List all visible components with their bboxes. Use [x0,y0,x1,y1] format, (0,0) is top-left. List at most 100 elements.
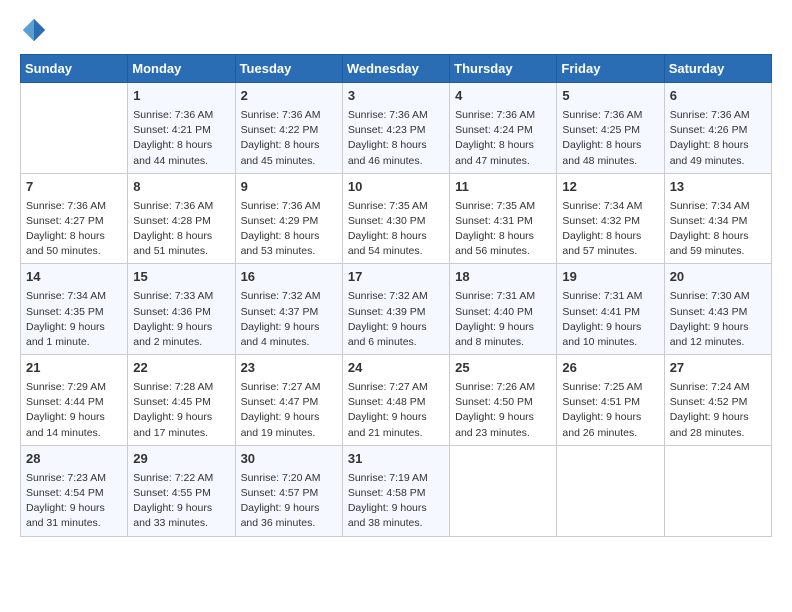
daylight-text: Daylight: 8 hours and 44 minutes. [133,139,212,166]
sunrise-text: Sunrise: 7:34 AM [562,200,642,212]
sunset-text: Sunset: 4:25 PM [562,124,640,136]
calendar-cell: 30Sunrise: 7:20 AMSunset: 4:57 PMDayligh… [235,445,342,536]
calendar-week-row: 21Sunrise: 7:29 AMSunset: 4:44 PMDayligh… [21,355,772,446]
calendar-cell: 18Sunrise: 7:31 AMSunset: 4:40 PMDayligh… [450,264,557,355]
daylight-text: Daylight: 9 hours and 14 minutes. [26,411,105,438]
day-number: 18 [455,268,551,287]
day-number: 20 [670,268,766,287]
day-number: 25 [455,359,551,378]
day-number: 17 [348,268,444,287]
cell-content: 30Sunrise: 7:20 AMSunset: 4:57 PMDayligh… [241,450,337,532]
sunset-text: Sunset: 4:31 PM [455,215,533,227]
cell-content: 22Sunrise: 7:28 AMSunset: 4:45 PMDayligh… [133,359,229,441]
cell-content: 1Sunrise: 7:36 AMSunset: 4:21 PMDaylight… [133,87,229,169]
cell-content: 27Sunrise: 7:24 AMSunset: 4:52 PMDayligh… [670,359,766,441]
day-number: 13 [670,178,766,197]
weekday-header-cell: Sunday [21,55,128,83]
day-number: 9 [241,178,337,197]
sunset-text: Sunset: 4:58 PM [348,487,426,499]
daylight-text: Daylight: 9 hours and 33 minutes. [133,502,212,529]
sunrise-text: Sunrise: 7:36 AM [241,109,321,121]
day-number: 8 [133,178,229,197]
sunrise-text: Sunrise: 7:27 AM [348,381,428,393]
daylight-text: Daylight: 9 hours and 38 minutes. [348,502,427,529]
calendar-cell: 17Sunrise: 7:32 AMSunset: 4:39 PMDayligh… [342,264,449,355]
sunrise-text: Sunrise: 7:22 AM [133,472,213,484]
daylight-text: Daylight: 9 hours and 10 minutes. [562,321,641,348]
day-number: 22 [133,359,229,378]
calendar-cell [557,445,664,536]
sunset-text: Sunset: 4:34 PM [670,215,748,227]
cell-content: 18Sunrise: 7:31 AMSunset: 4:40 PMDayligh… [455,268,551,350]
daylight-text: Daylight: 8 hours and 51 minutes. [133,230,212,257]
daylight-text: Daylight: 9 hours and 2 minutes. [133,321,212,348]
sunrise-text: Sunrise: 7:25 AM [562,381,642,393]
sunset-text: Sunset: 4:21 PM [133,124,211,136]
sunset-text: Sunset: 4:28 PM [133,215,211,227]
cell-content: 13Sunrise: 7:34 AMSunset: 4:34 PMDayligh… [670,178,766,260]
sunrise-text: Sunrise: 7:36 AM [133,109,213,121]
weekday-header-cell: Saturday [664,55,771,83]
calendar-body: 1Sunrise: 7:36 AMSunset: 4:21 PMDaylight… [21,83,772,537]
day-number: 29 [133,450,229,469]
sunset-text: Sunset: 4:32 PM [562,215,640,227]
day-number: 30 [241,450,337,469]
cell-content: 31Sunrise: 7:19 AMSunset: 4:58 PMDayligh… [348,450,444,532]
daylight-text: Daylight: 8 hours and 49 minutes. [670,139,749,166]
calendar-cell: 20Sunrise: 7:30 AMSunset: 4:43 PMDayligh… [664,264,771,355]
calendar-cell: 11Sunrise: 7:35 AMSunset: 4:31 PMDayligh… [450,173,557,264]
cell-content: 3Sunrise: 7:36 AMSunset: 4:23 PMDaylight… [348,87,444,169]
daylight-text: Daylight: 8 hours and 46 minutes. [348,139,427,166]
sunset-text: Sunset: 4:37 PM [241,306,319,318]
sunrise-text: Sunrise: 7:36 AM [562,109,642,121]
calendar-cell: 19Sunrise: 7:31 AMSunset: 4:41 PMDayligh… [557,264,664,355]
sunrise-text: Sunrise: 7:36 AM [670,109,750,121]
daylight-text: Daylight: 9 hours and 36 minutes. [241,502,320,529]
sunrise-text: Sunrise: 7:35 AM [348,200,428,212]
daylight-text: Daylight: 8 hours and 47 minutes. [455,139,534,166]
cell-content: 20Sunrise: 7:30 AMSunset: 4:43 PMDayligh… [670,268,766,350]
calendar-cell: 14Sunrise: 7:34 AMSunset: 4:35 PMDayligh… [21,264,128,355]
sunrise-text: Sunrise: 7:36 AM [348,109,428,121]
daylight-text: Daylight: 8 hours and 56 minutes. [455,230,534,257]
sunrise-text: Sunrise: 7:28 AM [133,381,213,393]
cell-content: 19Sunrise: 7:31 AMSunset: 4:41 PMDayligh… [562,268,658,350]
daylight-text: Daylight: 8 hours and 53 minutes. [241,230,320,257]
sunrise-text: Sunrise: 7:36 AM [455,109,535,121]
weekday-header-cell: Tuesday [235,55,342,83]
day-number: 11 [455,178,551,197]
daylight-text: Daylight: 9 hours and 8 minutes. [455,321,534,348]
sunrise-text: Sunrise: 7:29 AM [26,381,106,393]
cell-content: 2Sunrise: 7:36 AMSunset: 4:22 PMDaylight… [241,87,337,169]
day-number: 19 [562,268,658,287]
cell-content: 21Sunrise: 7:29 AMSunset: 4:44 PMDayligh… [26,359,122,441]
sunrise-text: Sunrise: 7:26 AM [455,381,535,393]
daylight-text: Daylight: 9 hours and 1 minute. [26,321,105,348]
calendar-cell: 24Sunrise: 7:27 AMSunset: 4:48 PMDayligh… [342,355,449,446]
cell-content: 9Sunrise: 7:36 AMSunset: 4:29 PMDaylight… [241,178,337,260]
cell-content: 14Sunrise: 7:34 AMSunset: 4:35 PMDayligh… [26,268,122,350]
calendar-cell: 13Sunrise: 7:34 AMSunset: 4:34 PMDayligh… [664,173,771,264]
sunrise-text: Sunrise: 7:30 AM [670,290,750,302]
day-number: 12 [562,178,658,197]
day-number: 5 [562,87,658,106]
daylight-text: Daylight: 9 hours and 17 minutes. [133,411,212,438]
daylight-text: Daylight: 9 hours and 28 minutes. [670,411,749,438]
sunset-text: Sunset: 4:40 PM [455,306,533,318]
calendar-cell: 27Sunrise: 7:24 AMSunset: 4:52 PMDayligh… [664,355,771,446]
sunset-text: Sunset: 4:54 PM [26,487,104,499]
sunset-text: Sunset: 4:47 PM [241,396,319,408]
calendar-cell: 29Sunrise: 7:22 AMSunset: 4:55 PMDayligh… [128,445,235,536]
cell-content: 11Sunrise: 7:35 AMSunset: 4:31 PMDayligh… [455,178,551,260]
sunset-text: Sunset: 4:26 PM [670,124,748,136]
cell-content: 17Sunrise: 7:32 AMSunset: 4:39 PMDayligh… [348,268,444,350]
calendar-cell: 16Sunrise: 7:32 AMSunset: 4:37 PMDayligh… [235,264,342,355]
calendar-cell: 5Sunrise: 7:36 AMSunset: 4:25 PMDaylight… [557,83,664,174]
sunset-text: Sunset: 4:22 PM [241,124,319,136]
cell-content: 4Sunrise: 7:36 AMSunset: 4:24 PMDaylight… [455,87,551,169]
sunset-text: Sunset: 4:24 PM [455,124,533,136]
header [20,16,772,44]
daylight-text: Daylight: 8 hours and 57 minutes. [562,230,641,257]
calendar-cell: 7Sunrise: 7:36 AMSunset: 4:27 PMDaylight… [21,173,128,264]
sunset-text: Sunset: 4:39 PM [348,306,426,318]
